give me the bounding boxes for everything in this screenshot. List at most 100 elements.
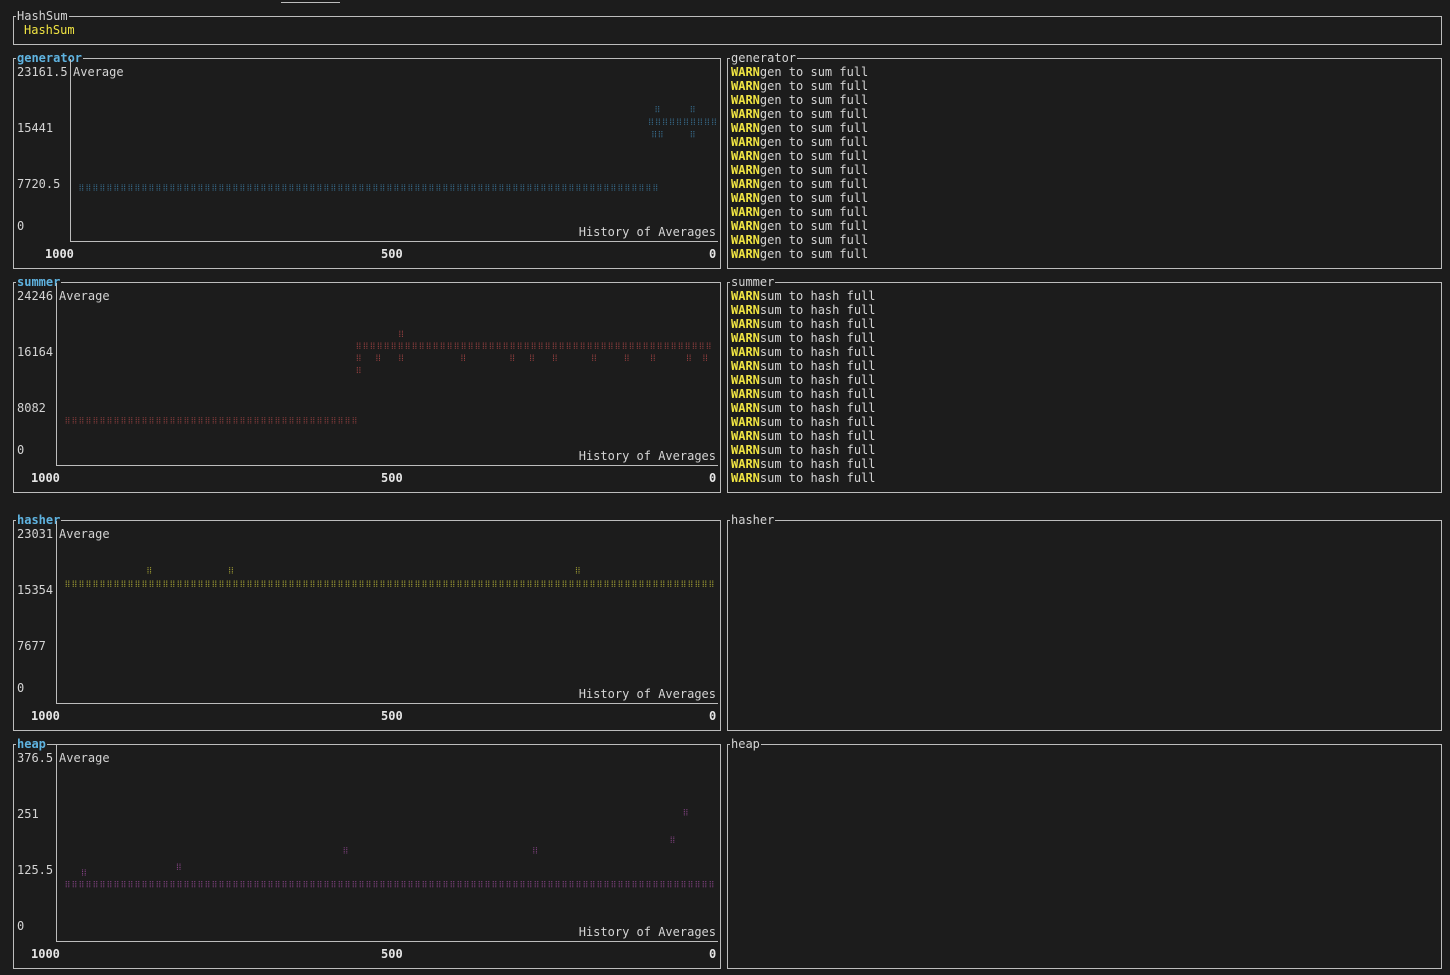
data-point	[163, 881, 168, 888]
data-point	[310, 881, 315, 888]
data-point	[517, 342, 522, 349]
x-tick: 1000	[31, 709, 60, 723]
data-point	[317, 417, 322, 424]
plot-footer: History of Averages	[578, 925, 716, 939]
data-point	[691, 118, 695, 125]
data-point	[233, 881, 238, 888]
log-message: gen to sum full	[759, 149, 869, 163]
data-point	[625, 881, 630, 888]
plot-area-summer: Average History of Averages	[56, 283, 718, 466]
data-point	[247, 580, 252, 587]
data-point	[573, 342, 578, 349]
data-point	[646, 881, 651, 888]
data-point	[611, 881, 616, 888]
log-box-summer: summer WARNsum to hash full WARNsum to ha…	[727, 275, 1442, 493]
data-point	[142, 417, 147, 424]
x-tick: 1000	[31, 471, 60, 485]
data-point	[205, 881, 210, 888]
data-point	[366, 881, 371, 888]
data-point	[625, 184, 630, 191]
y-tick: 125.5	[17, 863, 54, 877]
data-point	[198, 580, 203, 587]
data-point	[471, 184, 476, 191]
log-message: sum to hash full	[759, 387, 876, 401]
log-level: WARN	[731, 471, 760, 485]
data-point	[447, 342, 452, 349]
data-point	[702, 881, 707, 888]
data-point	[247, 184, 252, 191]
data-point	[345, 580, 350, 587]
log-level: WARN	[731, 93, 760, 107]
log-title-heap: heap	[730, 737, 761, 751]
data-point	[107, 580, 112, 587]
data-point	[419, 342, 424, 349]
data-point	[651, 354, 655, 361]
data-point	[373, 580, 378, 587]
data-point	[443, 184, 448, 191]
data-point	[198, 184, 203, 191]
data-point	[205, 580, 210, 587]
data-point	[594, 342, 599, 349]
data-point	[100, 881, 105, 888]
data-point	[657, 342, 662, 349]
log-line: WARNsum to hash full	[731, 373, 876, 387]
data-point	[254, 580, 259, 587]
data-point	[128, 580, 133, 587]
data-point	[212, 184, 217, 191]
data-point	[461, 342, 466, 349]
data-point	[569, 580, 574, 587]
log-line: WARNsum to hash full	[731, 415, 876, 429]
data-point	[590, 580, 595, 587]
data-point	[450, 580, 455, 587]
log-box-hasher: hasher	[727, 513, 1442, 731]
data-point	[597, 881, 602, 888]
data-point	[492, 184, 497, 191]
data-point	[317, 881, 322, 888]
log-message: gen to sum full	[759, 205, 869, 219]
data-point	[663, 118, 667, 125]
log-list-generator: WARNgen to sum full WARNgen to sum full WA…	[731, 65, 868, 261]
data-point	[79, 580, 84, 587]
tab-indicator[interactable]	[281, 2, 340, 3]
data-point	[352, 881, 357, 888]
log-line: WARNgen to sum full	[731, 135, 868, 149]
log-level: WARN	[731, 191, 760, 205]
data-point	[176, 863, 181, 870]
data-point	[128, 184, 133, 191]
data-point	[471, 881, 476, 888]
plot-footer: History of Averages	[578, 449, 716, 463]
data-point	[590, 881, 595, 888]
chart-title-summer: summer	[16, 275, 62, 289]
data-point	[464, 184, 469, 191]
data-point	[296, 184, 301, 191]
data-point	[310, 417, 315, 424]
data-point	[233, 184, 238, 191]
data-point	[387, 184, 392, 191]
data-point	[534, 184, 539, 191]
series-name: Average	[73, 65, 124, 79]
log-level: WARN	[731, 303, 760, 317]
data-point	[545, 342, 550, 349]
data-point	[219, 580, 224, 587]
data-point	[559, 342, 564, 349]
data-point	[100, 580, 105, 587]
data-point	[86, 580, 91, 587]
data-point	[212, 881, 217, 888]
data-point	[541, 580, 546, 587]
data-point	[632, 580, 637, 587]
log-level: WARN	[731, 177, 760, 191]
data-point	[356, 366, 361, 374]
data-point	[65, 580, 70, 587]
series-name: Average	[59, 751, 110, 765]
data-point	[489, 342, 494, 349]
data-point	[440, 342, 445, 349]
data-point	[690, 105, 695, 113]
log-level: WARN	[731, 373, 760, 387]
data-point	[576, 184, 581, 191]
log-level: WARN	[731, 205, 760, 219]
data-point	[226, 580, 231, 587]
data-point	[658, 131, 663, 138]
log-level: WARN	[731, 163, 760, 177]
data-point	[282, 184, 287, 191]
data-point	[100, 417, 105, 424]
